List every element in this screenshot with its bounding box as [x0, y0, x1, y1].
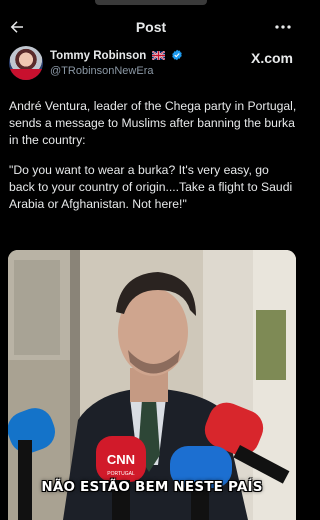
author-name-row[interactable]: Tommy Robinson: [50, 49, 183, 62]
author-handle[interactable]: @TRobinsonNewEra: [50, 65, 154, 77]
uk-flag-icon: [152, 51, 166, 60]
post-video[interactable]: CNN PORTUGAL NÃO ESTÃO BEM NESTE PAÍS: [8, 250, 296, 520]
post-text: André Ventura, leader of the Chega party…: [9, 98, 297, 227]
video-subtitle: NÃO ESTÃO BEM NESTE PAÍS: [41, 479, 263, 495]
post-author[interactable]: Tommy Robinson @TRobinsonNewEra X.com: [9, 46, 293, 84]
more-options-icon[interactable]: [274, 19, 292, 35]
top-nav-bar: Post: [0, 13, 302, 43]
author-display-name[interactable]: Tommy Robinson: [50, 50, 146, 62]
post-paragraph: André Ventura, leader of the Chega party…: [9, 99, 297, 147]
mic-cnn-sublabel: PORTUGAL: [107, 471, 135, 477]
status-bar-notch: [95, 0, 207, 5]
verified-badge-icon: [171, 49, 182, 61]
avatar[interactable]: [9, 46, 43, 80]
post-paragraph: "Do you want to wear a burka? It's very …: [9, 163, 293, 211]
mic-cnn-label: CNN: [107, 452, 135, 467]
x-logo: X.com: [250, 50, 293, 66]
page-title: Post: [135, 19, 167, 35]
